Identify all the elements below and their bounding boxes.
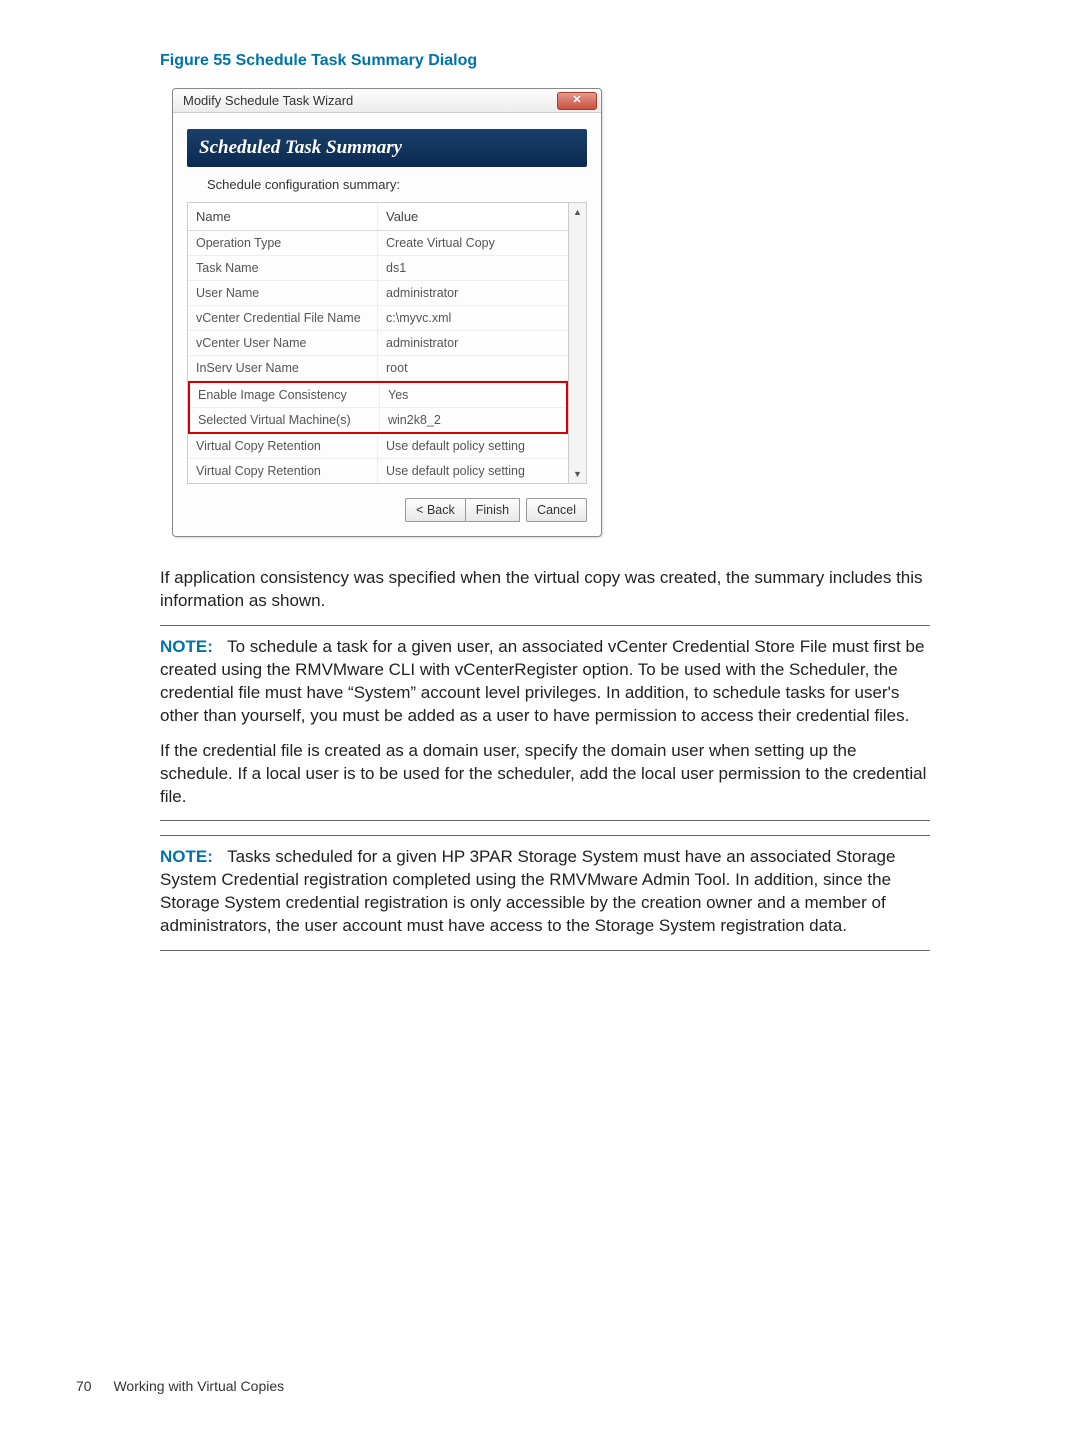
dialog-subhead: Schedule configuration summary:	[207, 177, 587, 192]
close-icon[interactable]: ✕	[557, 92, 597, 110]
cell-value: Create Virtual Copy	[378, 231, 568, 255]
header-value: Value	[378, 203, 568, 230]
cell-value: win2k8_2	[380, 408, 566, 432]
dialog-titlebar: Modify Schedule Task Wizard ✕	[173, 89, 601, 113]
note-block-2: NOTE: Tasks scheduled for a given HP 3PA…	[160, 835, 930, 951]
finish-button[interactable]: Finish	[465, 498, 520, 522]
cell-name: Selected Virtual Machine(s)	[190, 408, 380, 432]
cancel-button[interactable]: Cancel	[526, 498, 587, 522]
note1-text1: To schedule a task for a given user, an …	[160, 637, 924, 725]
page-footer: 70 Working with Virtual Copies	[76, 1378, 284, 1394]
note-label: NOTE:	[160, 847, 213, 866]
cell-value: c:\myvc.xml	[378, 306, 568, 330]
back-button[interactable]: < Back	[405, 498, 466, 522]
scrollbar[interactable]: ▲ ▼	[569, 202, 587, 484]
dialog-screenshot: Modify Schedule Task Wizard ✕ Scheduled …	[172, 88, 602, 537]
note1-text2: If the credential file is created as a d…	[160, 740, 930, 809]
table-row: Operation Type Create Virtual Copy	[188, 231, 568, 256]
section-title: Working with Virtual Copies	[113, 1378, 284, 1394]
dialog-title-text: Modify Schedule Task Wizard	[183, 93, 353, 108]
intro-paragraph: If application consistency was specified…	[160, 567, 930, 613]
cell-name: Virtual Copy Retention	[188, 459, 378, 483]
cell-value: root	[378, 356, 568, 380]
cell-name: Virtual Copy Retention	[188, 434, 378, 458]
table-row: vCenter User Name administrator	[188, 331, 568, 356]
cell-value: administrator	[378, 331, 568, 355]
cell-name: User Name	[188, 281, 378, 305]
table-row: Selected Virtual Machine(s) win2k8_2	[190, 408, 566, 432]
highlighted-rows: Enable Image Consistency Yes Selected Vi…	[188, 381, 568, 434]
cell-value: Use default policy setting	[378, 434, 568, 458]
cell-value: administrator	[378, 281, 568, 305]
wizard-button-row: < Back Finish Cancel	[173, 498, 601, 536]
table-row: Virtual Copy Retention Use default polic…	[188, 434, 568, 459]
scroll-up-icon[interactable]: ▲	[573, 207, 582, 217]
dialog-banner: Scheduled Task Summary	[187, 129, 587, 167]
header-name: Name	[188, 203, 378, 230]
table-row: vCenter Credential File Name c:\myvc.xml	[188, 306, 568, 331]
cell-name: Operation Type	[188, 231, 378, 255]
cell-value: ds1	[378, 256, 568, 280]
cell-name: vCenter Credential File Name	[188, 306, 378, 330]
cell-value: Yes	[380, 383, 566, 407]
cell-name: InServ User Name	[188, 356, 378, 380]
page-number: 70	[76, 1378, 92, 1394]
note2-text1: Tasks scheduled for a given HP 3PAR Stor…	[160, 847, 895, 935]
table-row: Enable Image Consistency Yes	[190, 383, 566, 408]
cell-name: vCenter User Name	[188, 331, 378, 355]
table-row: User Name administrator	[188, 281, 568, 306]
note-label: NOTE:	[160, 637, 213, 656]
banner-title: Scheduled Task Summary	[199, 137, 575, 159]
note-block-1: NOTE: To schedule a task for a given use…	[160, 625, 930, 822]
table-header: Name Value	[188, 203, 568, 231]
table-row: Virtual Copy Retention Use default polic…	[188, 459, 568, 483]
scroll-down-icon[interactable]: ▼	[573, 469, 582, 479]
cell-value: Use default policy setting	[378, 459, 568, 483]
figure-caption: Figure 55 Schedule Task Summary Dialog	[160, 52, 930, 70]
summary-table: Name Value Operation Type Create Virtual…	[187, 202, 569, 484]
cell-name: Task Name	[188, 256, 378, 280]
table-row: Task Name ds1	[188, 256, 568, 281]
cell-name: Enable Image Consistency	[190, 383, 380, 407]
table-row: InServ User Name root	[188, 356, 568, 381]
